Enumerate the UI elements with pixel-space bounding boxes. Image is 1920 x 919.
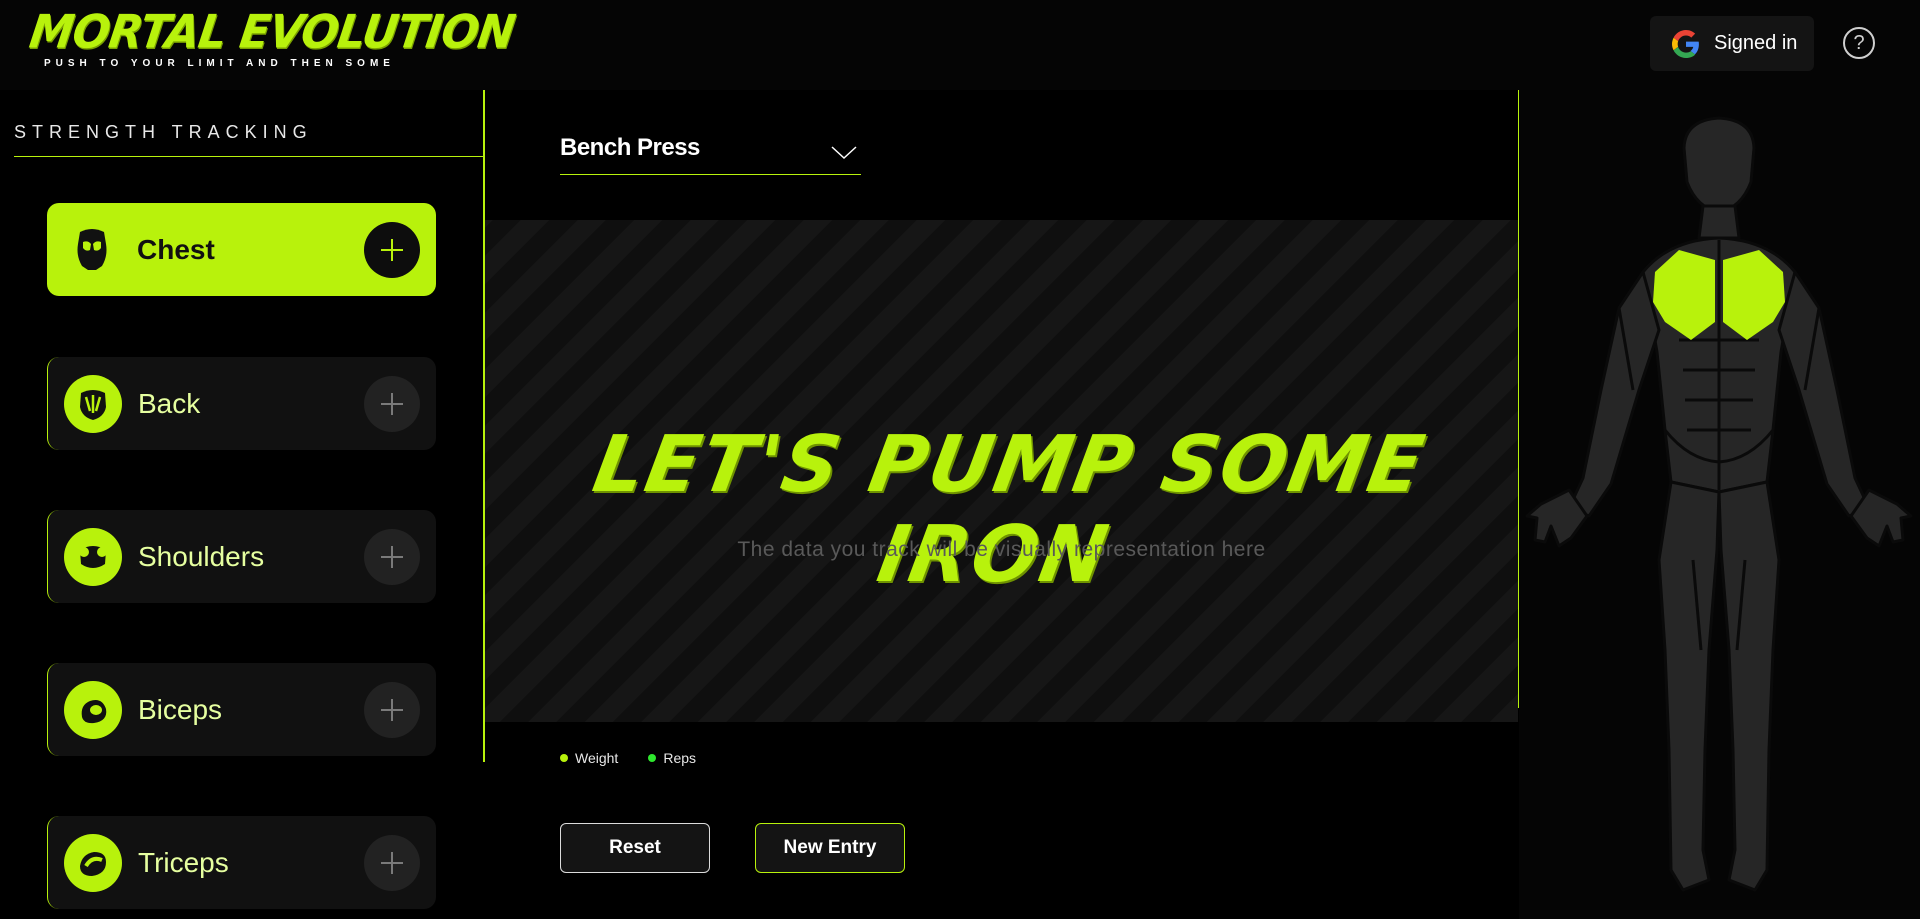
help-icon[interactable]: ? bbox=[1843, 27, 1875, 59]
main-panel: Bench Press LET'S PUMP SOME IRON The dat… bbox=[485, 90, 1520, 919]
body-head bbox=[1682, 116, 1756, 214]
biceps-icon bbox=[64, 680, 122, 739]
legend-item-weight[interactable]: Weight bbox=[560, 750, 618, 766]
chart-placeholder-headline: LET'S PUMP SOME IRON bbox=[586, 420, 1432, 600]
body-left-leg bbox=[1657, 480, 1721, 892]
legend-dot-reps bbox=[648, 754, 657, 762]
signin-label: Signed in bbox=[1714, 32, 1798, 54]
exercise-select[interactable]: Bench Press bbox=[560, 134, 861, 175]
legend-dot-weight bbox=[560, 754, 568, 762]
muscle-label-triceps: Triceps bbox=[138, 846, 229, 878]
triceps-icon bbox=[64, 833, 122, 892]
add-shoulders-button[interactable] bbox=[364, 528, 420, 585]
app-root: MORTAL EVOLUTION PUSH TO YOUR LIMIT AND … bbox=[0, 0, 1920, 919]
body-right-leg bbox=[1717, 480, 1781, 892]
add-biceps-button[interactable] bbox=[364, 681, 420, 738]
muscle-card-biceps[interactable]: Biceps bbox=[47, 663, 436, 756]
legend-label-reps: Reps bbox=[663, 750, 697, 766]
chart-legend: Weight Reps bbox=[560, 750, 726, 766]
sidebar: STRENGTH TRACKING Chest Back Shoulders B… bbox=[0, 90, 485, 919]
muscle-label-chest: Chest bbox=[137, 233, 215, 265]
logo-title: MORTAL EVOLUTION bbox=[26, 5, 518, 60]
chevron-down-icon bbox=[831, 146, 857, 160]
reset-button[interactable]: Reset bbox=[560, 823, 710, 873]
section-title: STRENGTH TRACKING bbox=[14, 122, 313, 142]
body-map bbox=[1525, 116, 1913, 892]
add-back-button[interactable] bbox=[364, 375, 420, 432]
body-map-panel bbox=[1519, 90, 1920, 919]
add-triceps-button[interactable] bbox=[364, 834, 420, 891]
google-signin-button[interactable]: Signed in bbox=[1650, 16, 1814, 71]
chart-area: LET'S PUMP SOME IRON The data you track … bbox=[485, 220, 1518, 722]
muscle-card-triceps[interactable]: Triceps bbox=[47, 816, 436, 909]
google-icon bbox=[1672, 29, 1699, 58]
body-neck bbox=[1697, 204, 1741, 240]
chart-placeholder-subtext: The data you track will be visually repr… bbox=[737, 538, 1266, 561]
new-entry-button[interactable]: New Entry bbox=[755, 823, 905, 873]
muscle-label-shoulders: Shoulders bbox=[138, 540, 265, 572]
shoulders-icon bbox=[64, 527, 122, 586]
back-icon bbox=[64, 374, 122, 433]
exercise-select-value: Bench Press bbox=[560, 134, 700, 161]
body-right-arm bbox=[1777, 270, 1871, 518]
logo[interactable]: MORTAL EVOLUTION PUSH TO YOUR LIMIT AND … bbox=[26, 6, 517, 69]
muscle-label-back: Back bbox=[138, 387, 201, 419]
add-chest-button[interactable] bbox=[364, 221, 420, 278]
muscle-card-shoulders[interactable]: Shoulders bbox=[47, 510, 436, 603]
muscle-card-chest[interactable]: Chest bbox=[47, 203, 436, 296]
legend-label-weight: Weight bbox=[575, 750, 619, 766]
muscle-card-back[interactable]: Back bbox=[47, 357, 436, 450]
section-underline bbox=[14, 156, 483, 157]
chest-icon bbox=[63, 221, 121, 279]
legend-item-reps[interactable]: Reps bbox=[648, 750, 696, 766]
muscle-label-biceps: Biceps bbox=[138, 693, 223, 725]
body-left-arm bbox=[1567, 270, 1661, 518]
header: MORTAL EVOLUTION PUSH TO YOUR LIMIT AND … bbox=[0, 0, 1920, 90]
